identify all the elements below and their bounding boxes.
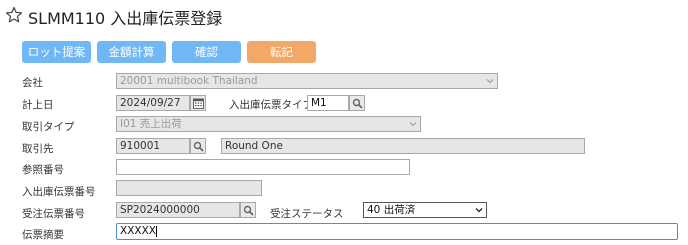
posting-date-value: 2024/09/27 [120, 97, 181, 109]
slip-type-field[interactable]: M1 [307, 95, 349, 111]
star-outline-icon[interactable] [5, 6, 23, 24]
reference-no-label: 参照番号 [22, 164, 64, 176]
partner-code-field[interactable]: 910001 [116, 138, 190, 154]
post-button[interactable]: 転記 [247, 41, 316, 63]
reference-no-input[interactable] [116, 159, 410, 175]
company-value: 20001 multibook Thailand [120, 75, 258, 87]
partner-label: 取引先 [22, 143, 54, 155]
order-status-label: 受注ステータス [270, 208, 344, 220]
amount-calc-button[interactable]: 金額計算 [97, 41, 166, 63]
order-no-label: 受注伝票番号 [22, 208, 85, 220]
order-status-select[interactable]: 40 出荷済 [363, 202, 487, 218]
calendar-icon [193, 98, 204, 109]
company-label: 会社 [22, 77, 43, 89]
summary-input[interactable]: XXXXX [116, 223, 678, 240]
summary-label: 伝票摘要 [22, 229, 64, 241]
transaction-type-select[interactable]: I01 売上出荷 [116, 116, 421, 132]
text-cursor [155, 225, 157, 237]
slip-no-label: 入出庫伝票番号 [22, 186, 96, 198]
chevron-down-icon [486, 79, 494, 84]
calendar-button[interactable] [190, 95, 206, 111]
confirm-button[interactable]: 確認 [172, 41, 241, 63]
summary-value: XXXXX [120, 225, 156, 237]
order-no-field[interactable]: SP2024000000 [116, 202, 240, 218]
company-select[interactable]: 20001 multibook Thailand [116, 73, 498, 89]
partner-name-value: Round One [225, 140, 283, 152]
posting-date-label: 計上日 [22, 99, 54, 111]
partner-code-value: 910001 [120, 140, 161, 152]
chevron-down-icon [475, 208, 483, 213]
search-icon [193, 141, 204, 152]
title-bar: SLMM110 入出庫伝票登録 [0, 0, 688, 32]
slip-type-label: 入出庫伝票タイプ [229, 99, 313, 111]
transaction-type-label: 取引タイプ [22, 121, 75, 133]
transaction-type-value: I01 売上出荷 [120, 118, 182, 130]
slip-type-value: M1 [311, 97, 327, 109]
posting-date-field[interactable]: 2024/09/27 [116, 95, 190, 111]
order-no-value: SP2024000000 [120, 204, 200, 216]
partner-name-field: Round One [221, 138, 585, 154]
order-status-value: 40 出荷済 [367, 204, 416, 216]
page-title: SLMM110 入出庫伝票登録 [28, 9, 223, 28]
lot-proposal-button[interactable]: ロット提案 [22, 41, 91, 63]
search-icon [352, 98, 363, 109]
order-search-button[interactable] [240, 202, 256, 218]
slip-type-search-button[interactable] [349, 95, 365, 111]
partner-search-button[interactable] [190, 138, 206, 154]
slip-no-field [116, 180, 262, 196]
search-icon [243, 205, 254, 216]
chevron-down-icon [409, 122, 417, 127]
